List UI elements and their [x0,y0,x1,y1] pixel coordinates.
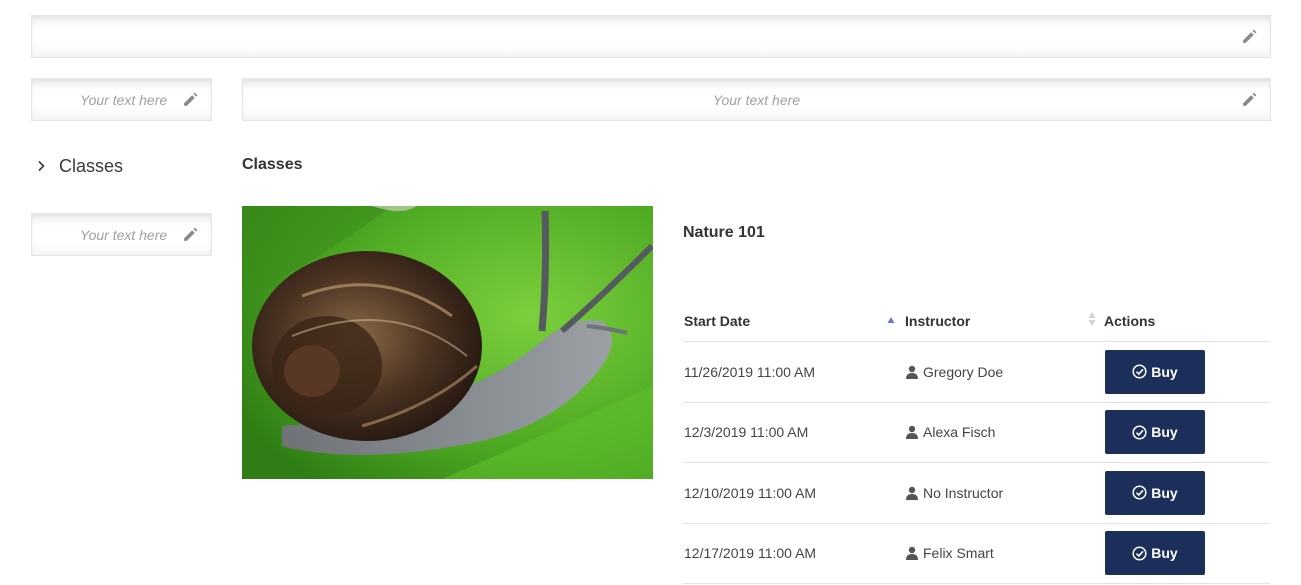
table-row: 12/3/2019 11:00 AM Alexa Fisch Buy [683,403,1270,463]
left-editable-box-bottom[interactable]: Your text here [31,213,212,256]
sidebar-item-label: Classes [59,155,124,176]
column-header-label: Instructor [905,312,971,329]
start-date-cell: 12/17/2019 11:00 AM [684,545,817,562]
instructor-name: Alexa Fisch [923,424,996,441]
start-date-cell: 12/3/2019 11:00 AM [684,424,809,441]
left-editable-box-top[interactable]: Your text here [31,78,212,121]
column-header-start-date[interactable]: Start Date [683,300,905,342]
sidebar-item-classes[interactable]: Classes [36,153,123,179]
pencil-icon[interactable] [182,91,199,108]
table-row: 12/17/2019 11:00 AM Felix Smart Buy [683,524,1270,584]
actions-cell: Buy [1104,410,1270,455]
person-icon [905,425,923,440]
editable-placeholder: Your text here [80,91,168,108]
instructor-name: Felix Smart [923,545,994,562]
check-circle-icon [1132,546,1147,561]
header-editable-box[interactable] [31,15,1271,58]
editable-placeholder: Your text here [712,91,801,108]
person-icon [905,365,923,379]
instructor-name: Gregory Doe [923,363,1004,380]
instructor-cell: Alexa Fisch [905,424,1104,440]
column-header-actions: Actions [1104,300,1270,342]
instructor-cell: Felix Smart [905,545,1104,561]
class-image [242,206,653,479]
column-header-label: Start Date [684,312,751,329]
buy-button-label: Buy [1151,484,1178,501]
pencil-icon[interactable] [1241,28,1258,45]
instructor-name: No Instructor [923,484,1004,501]
check-circle-icon [1132,364,1147,379]
buy-button-label: Buy [1151,545,1178,562]
table-row: 12/10/2019 11:00 AM No Instructor Buy [683,463,1270,524]
column-header-label: Actions [1104,312,1156,329]
section-title: Classes [242,156,303,173]
instructor-cell: Gregory Doe [905,364,1104,380]
check-circle-icon [1132,485,1147,500]
start-date-cell: 11/26/2019 11:00 AM [684,363,816,380]
instructor-cell: No Instructor [905,485,1104,501]
class-title: Nature 101 [683,224,765,241]
pencil-icon[interactable] [182,226,199,243]
buy-button[interactable]: Buy [1105,410,1205,455]
buy-button[interactable]: Buy [1105,531,1205,576]
actions-cell: Buy [1104,531,1270,576]
buy-button-label: Buy [1151,424,1178,441]
column-header-instructor[interactable]: Instructor [905,300,1104,342]
actions-cell: Buy [1104,349,1270,394]
start-date-cell: 12/10/2019 11:00 AM [684,484,817,501]
sort-ascending-icon [887,311,895,323]
person-icon [905,546,923,561]
table-row: 11/26/2019 11:00 AM Gregory Doe Buy [683,342,1270,403]
actions-cell: Buy [1104,470,1270,515]
sort-icon [1088,311,1096,327]
check-circle-icon [1132,425,1147,440]
buy-button[interactable]: Buy [1105,470,1205,515]
buy-button[interactable]: Buy [1105,349,1205,394]
table-header: Start Date Instructor Actions [683,300,1270,342]
editable-placeholder: Your text here [80,226,168,243]
main-editable-box[interactable]: Your text here [242,78,1271,121]
chevron-right-icon [36,160,46,172]
buy-button-label: Buy [1151,363,1178,380]
pencil-icon[interactable] [1241,91,1258,108]
person-icon [905,486,923,500]
class-schedule-table: Start Date Instructor Actions 11/26/2019… [683,300,1270,584]
